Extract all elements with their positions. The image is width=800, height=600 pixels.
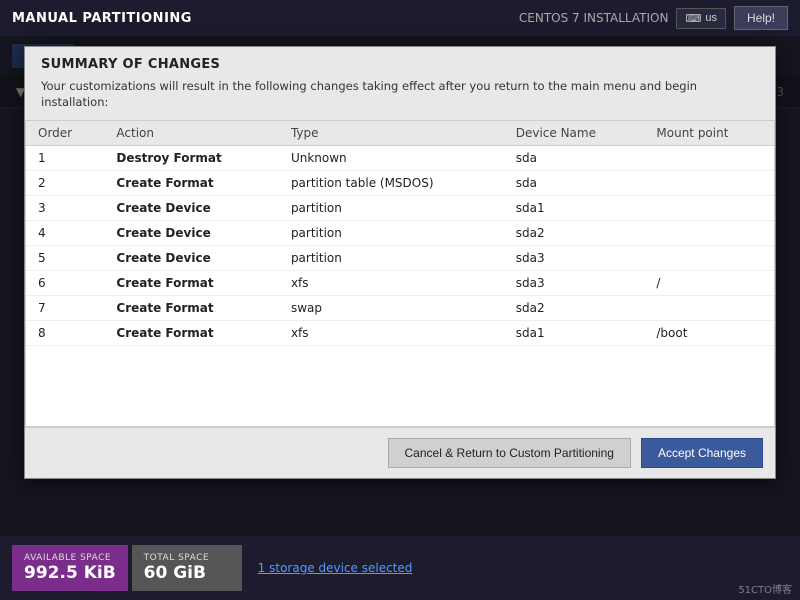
cell-mount [644, 296, 774, 321]
partitioning-area: Done ▼ New CentOS 7 Installation sda3 SU… [0, 36, 800, 600]
cell-mount: / [644, 271, 774, 296]
cell-type: Unknown [279, 146, 504, 171]
table-row: 5 Create Device partition sda3 [26, 246, 774, 271]
app-title: MANUAL PARTITIONING [12, 11, 192, 26]
cell-order: 4 [26, 221, 104, 246]
table-row: 1 Destroy Format Unknown sda [26, 146, 774, 171]
cell-order: 6 [26, 271, 104, 296]
cell-action: Create Format [104, 171, 279, 196]
cell-action: Create Device [104, 246, 279, 271]
cell-device: sda [504, 146, 645, 171]
cell-type: xfs [279, 321, 504, 346]
accept-button[interactable]: Accept Changes [641, 438, 763, 468]
cell-action: Create Format [104, 271, 279, 296]
cell-order: 1 [26, 146, 104, 171]
cell-type: partition table (MSDOS) [279, 171, 504, 196]
help-button[interactable]: Help! [734, 6, 788, 30]
cell-mount [644, 171, 774, 196]
keyboard-lang: us [705, 12, 717, 24]
cell-mount [644, 246, 774, 271]
cell-device: sda3 [504, 271, 645, 296]
storage-device-link[interactable]: 1 storage device selected [258, 561, 413, 575]
table-row: 2 Create Format partition table (MSDOS) … [26, 171, 774, 196]
table-row: 4 Create Device partition sda2 [26, 221, 774, 246]
modal-footer: Cancel & Return to Custom Partitioning A… [25, 427, 775, 478]
keyboard-button[interactable]: ⌨ us [676, 8, 726, 29]
table-empty-space [26, 346, 774, 426]
total-space-value: 60 GiB [144, 563, 206, 583]
available-space-value: 992.5 KiB [24, 563, 116, 583]
cell-type: partition [279, 246, 504, 271]
cell-order: 3 [26, 196, 104, 221]
cell-device: sda2 [504, 221, 645, 246]
table-row: 8 Create Format xfs sda1 /boot [26, 321, 774, 346]
col-action: Action [104, 121, 279, 146]
col-device: Device Name [504, 121, 645, 146]
table-row: 7 Create Format swap sda2 [26, 296, 774, 321]
cell-action: Create Device [104, 196, 279, 221]
cell-device: sda1 [504, 196, 645, 221]
col-mount: Mount point [644, 121, 774, 146]
available-space-box: AVAILABLE SPACE 992.5 KiB [12, 545, 128, 591]
cell-mount: /boot [644, 321, 774, 346]
total-space-label: TOTAL SPACE [144, 553, 209, 563]
summary-modal: SUMMARY OF CHANGES Your customizations w… [24, 46, 776, 479]
bottom-bar: AVAILABLE SPACE 992.5 KiB TOTAL SPACE 60… [0, 536, 800, 600]
cell-order: 8 [26, 321, 104, 346]
modal-header: SUMMARY OF CHANGES Your customizations w… [25, 47, 775, 121]
header-right: CENTOS 7 INSTALLATION ⌨ us Help! [519, 6, 788, 30]
cell-mount [644, 196, 774, 221]
table-header-row: Order Action Type Device Name Mount poin… [26, 121, 774, 146]
cell-mount [644, 146, 774, 171]
cell-mount [644, 221, 774, 246]
cell-action: Destroy Format [104, 146, 279, 171]
cell-order: 7 [26, 296, 104, 321]
watermark: 51CTO博客 [738, 581, 792, 596]
modal-overlay: SUMMARY OF CHANGES Your customizations w… [0, 36, 800, 600]
cell-action: Create Format [104, 321, 279, 346]
cell-action: Create Format [104, 296, 279, 321]
cell-device: sda3 [504, 246, 645, 271]
cell-device: sda1 [504, 321, 645, 346]
table-row: 3 Create Device partition sda1 [26, 196, 774, 221]
cell-order: 2 [26, 171, 104, 196]
cell-type: partition [279, 221, 504, 246]
col-order: Order [26, 121, 104, 146]
cell-type: swap [279, 296, 504, 321]
col-type: Type [279, 121, 504, 146]
changes-table-container: Order Action Type Device Name Mount poin… [25, 121, 775, 427]
top-header: MANUAL PARTITIONING CENTOS 7 INSTALLATIO… [0, 0, 800, 36]
total-space-box: TOTAL SPACE 60 GiB [132, 545, 242, 591]
cell-type: partition [279, 196, 504, 221]
keyboard-icon: ⌨ [685, 12, 701, 25]
available-space-label: AVAILABLE SPACE [24, 553, 111, 563]
modal-subtitle: Your customizations will result in the f… [41, 78, 759, 110]
cell-device: sda [504, 171, 645, 196]
cell-action: Create Device [104, 221, 279, 246]
cell-device: sda2 [504, 296, 645, 321]
modal-title: SUMMARY OF CHANGES [41, 57, 759, 72]
cell-order: 5 [26, 246, 104, 271]
cell-type: xfs [279, 271, 504, 296]
table-row: 6 Create Format xfs sda3 / [26, 271, 774, 296]
centos-title: CENTOS 7 INSTALLATION [519, 11, 669, 25]
cancel-button[interactable]: Cancel & Return to Custom Partitioning [388, 438, 631, 468]
changes-table: Order Action Type Device Name Mount poin… [26, 121, 774, 346]
